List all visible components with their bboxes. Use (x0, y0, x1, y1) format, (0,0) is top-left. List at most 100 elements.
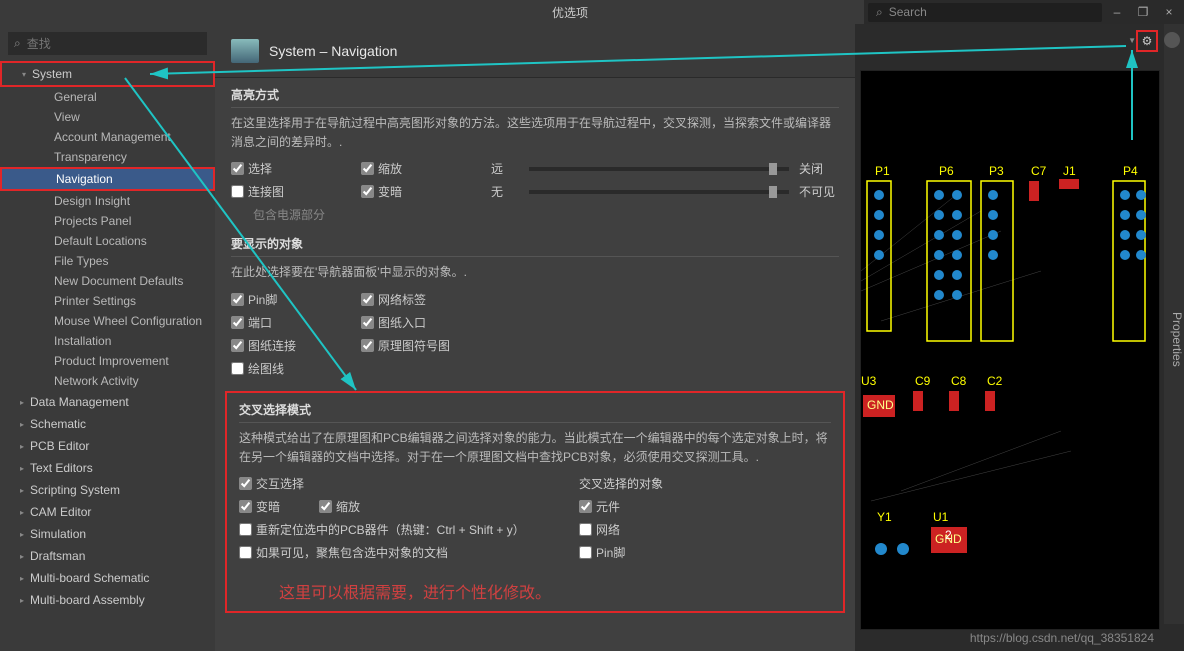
panel-title: System – Navigation (269, 43, 397, 59)
zoom-slider[interactable] (529, 167, 789, 171)
cross-zoom-checkbox[interactable]: 缩放 (319, 498, 579, 515)
cross-pin-checkbox[interactable]: Pin脚 (579, 544, 709, 561)
zoom-checkbox[interactable]: 缩放 (361, 160, 491, 177)
sidebar-category[interactable]: Multi-board Schematic (0, 567, 215, 589)
sidebar-item[interactable]: Design Insight (0, 191, 215, 211)
sidebar-category[interactable]: Text Editors (0, 457, 215, 479)
section-description: 在这里选择用于在导航过程中高亮图形对象的方法。这些选项用于在导航过程中，交叉探测… (231, 114, 839, 152)
section-title: 交叉选择模式 (239, 401, 831, 423)
select-checkbox[interactable]: 选择 (231, 160, 361, 177)
sidebar-item[interactable]: Printer Settings (0, 291, 215, 311)
sidebar-item[interactable]: Account Management (0, 127, 215, 147)
window-close-button[interactable]: × (1158, 2, 1180, 22)
svg-text:2: 2 (945, 528, 952, 542)
focus-checkbox[interactable]: 如果可见，聚焦包含选中对象的文档 (239, 544, 579, 561)
slider-label-off: 关闭 (799, 160, 827, 177)
conn-checkbox[interactable]: 连接图 (231, 183, 361, 200)
preferences-content: System – Navigation 高亮方式 在这里选择用于在导航过程中高亮… (215, 24, 855, 651)
include-power-note: 包含电源部分 (253, 206, 839, 223)
sheet-entry-checkbox[interactable]: 图纸入口 (361, 314, 491, 331)
slider-label-invisible: 不可见 (799, 183, 835, 200)
svg-text:P6: P6 (939, 164, 954, 178)
dim-slider[interactable] (529, 190, 789, 194)
target-subtitle: 交叉选择的对象 (579, 475, 663, 492)
global-search[interactable]: ⌕ Search (868, 3, 1102, 22)
search-icon: ⌕ (876, 5, 883, 20)
sidebar-search[interactable]: ⌕ (8, 32, 207, 55)
maximize-button[interactable]: ❐ (1132, 2, 1154, 22)
svg-text:J1: J1 (1063, 164, 1076, 178)
sidebar-category[interactable]: Simulation (0, 523, 215, 545)
sidebar-item[interactable]: View (0, 107, 215, 127)
sidebar-item[interactable]: Transparency (0, 147, 215, 167)
annotation-note: 这里可以根据需要，进行个性化修改。 (279, 579, 831, 603)
sidebar-item[interactable]: Installation (0, 331, 215, 351)
netlabel-checkbox[interactable]: 网络标签 (361, 291, 491, 308)
svg-text:C2: C2 (987, 374, 1003, 388)
svg-text:P1: P1 (875, 164, 890, 178)
slider-label-none: 无 (491, 183, 519, 200)
sidebar-item[interactable]: Default Locations (0, 231, 215, 251)
sch-sym-checkbox[interactable]: 原理图符号图 (361, 337, 491, 354)
cross-dim-checkbox[interactable]: 变暗 (239, 498, 319, 515)
reloc-checkbox[interactable]: 重新定位选中的PCB器件（热键：Ctrl + Shift + y） (239, 521, 579, 538)
svg-text:U3: U3 (861, 374, 877, 388)
zoom-slider-row: 远 关闭 (491, 160, 827, 177)
svg-text:Y1: Y1 (877, 510, 892, 524)
sidebar-item[interactable]: General (0, 87, 215, 107)
sidebar-category[interactable]: Multi-board Assembly (0, 589, 215, 611)
sidebar-category[interactable]: Draftsman (0, 545, 215, 567)
sidebar-category[interactable]: Scripting System (0, 479, 215, 501)
svg-text:C8: C8 (951, 374, 967, 388)
sidebar-category[interactable]: System (0, 61, 215, 87)
section-description: 在此处选择要在'导航器面板'中显示的对象。. (231, 263, 839, 282)
drawline-checkbox[interactable]: 绘图线 (231, 360, 361, 377)
minimize-button[interactable]: – (1106, 2, 1128, 22)
sidebar-item[interactable]: New Document Defaults (0, 271, 215, 291)
section-title: 高亮方式 (231, 86, 839, 108)
dim-checkbox[interactable]: 变暗 (361, 183, 491, 200)
preferences-sidebar: ⌕ SystemGeneralViewAccount ManagementTra… (0, 24, 215, 651)
pcb-editor-view[interactable]: P1P6P3 C7J1P4 U3C9C8C2 Y1U1 GND GND 2 (860, 70, 1160, 630)
search-placeholder: Search (889, 5, 927, 19)
svg-text:C9: C9 (915, 374, 931, 388)
svg-text:C7: C7 (1031, 164, 1047, 178)
comp-checkbox[interactable]: 元件 (579, 498, 709, 515)
objects-section: 要显示的对象 在此处选择要在'导航器面板'中显示的对象。. Pin脚 网络标签 … (215, 227, 855, 386)
user-avatar[interactable] (1164, 32, 1180, 48)
preferences-gear-button[interactable]: ⚙ (1136, 30, 1158, 52)
highlight-section: 高亮方式 在这里选择用于在导航过程中高亮图形对象的方法。这些选项用于在导航过程中… (215, 78, 855, 227)
pin-checkbox[interactable]: Pin脚 (231, 291, 361, 308)
search-icon: ⌕ (14, 36, 21, 51)
sidebar-item[interactable]: Network Activity (0, 371, 215, 391)
port-checkbox[interactable]: 端口 (231, 314, 361, 331)
dim-slider-row: 无 不可见 (491, 183, 835, 200)
sidebar-category[interactable]: PCB Editor (0, 435, 215, 457)
section-description: 这种模式给出了在原理图和PCB编辑器之间选择对象的能力。当此模式在一个编辑器中的… (239, 429, 831, 467)
sidebar-item[interactable]: Projects Panel (0, 211, 215, 231)
sidebar-item[interactable]: Navigation (0, 167, 215, 191)
sidebar-category[interactable]: Data Management (0, 391, 215, 413)
slider-label-far: 远 (491, 160, 519, 177)
svg-text:P3: P3 (989, 164, 1004, 178)
interact-checkbox[interactable]: 交互选择 (239, 475, 579, 492)
search-input[interactable] (27, 37, 201, 51)
app-window-controls: ⌕ Search – ❐ × (864, 0, 1184, 24)
net-checkbox[interactable]: 网络 (579, 521, 709, 538)
sheet-conn-checkbox[interactable]: 图纸连接 (231, 337, 361, 354)
sidebar-item[interactable]: Product Improvement (0, 351, 215, 371)
svg-text:GND: GND (867, 398, 894, 412)
sidebar-category[interactable]: CAM Editor (0, 501, 215, 523)
panel-header: System – Navigation (215, 24, 855, 78)
properties-tab[interactable]: Properties (1164, 24, 1184, 624)
sidebar-item[interactable]: File Types (0, 251, 215, 271)
cross-select-section: 交叉选择模式 这种模式给出了在原理图和PCB编辑器之间选择对象的能力。当此模式在… (225, 391, 845, 613)
svg-text:U1: U1 (933, 510, 949, 524)
panel-icon (231, 39, 259, 63)
sidebar-category[interactable]: Schematic (0, 413, 215, 435)
watermark: https://blog.csdn.net/qq_38351824 (970, 631, 1154, 645)
svg-text:P4: P4 (1123, 164, 1138, 178)
section-title: 要显示的对象 (231, 235, 839, 257)
sidebar-item[interactable]: Mouse Wheel Configuration (0, 311, 215, 331)
chevron-down-icon: ▼ (1128, 36, 1136, 45)
